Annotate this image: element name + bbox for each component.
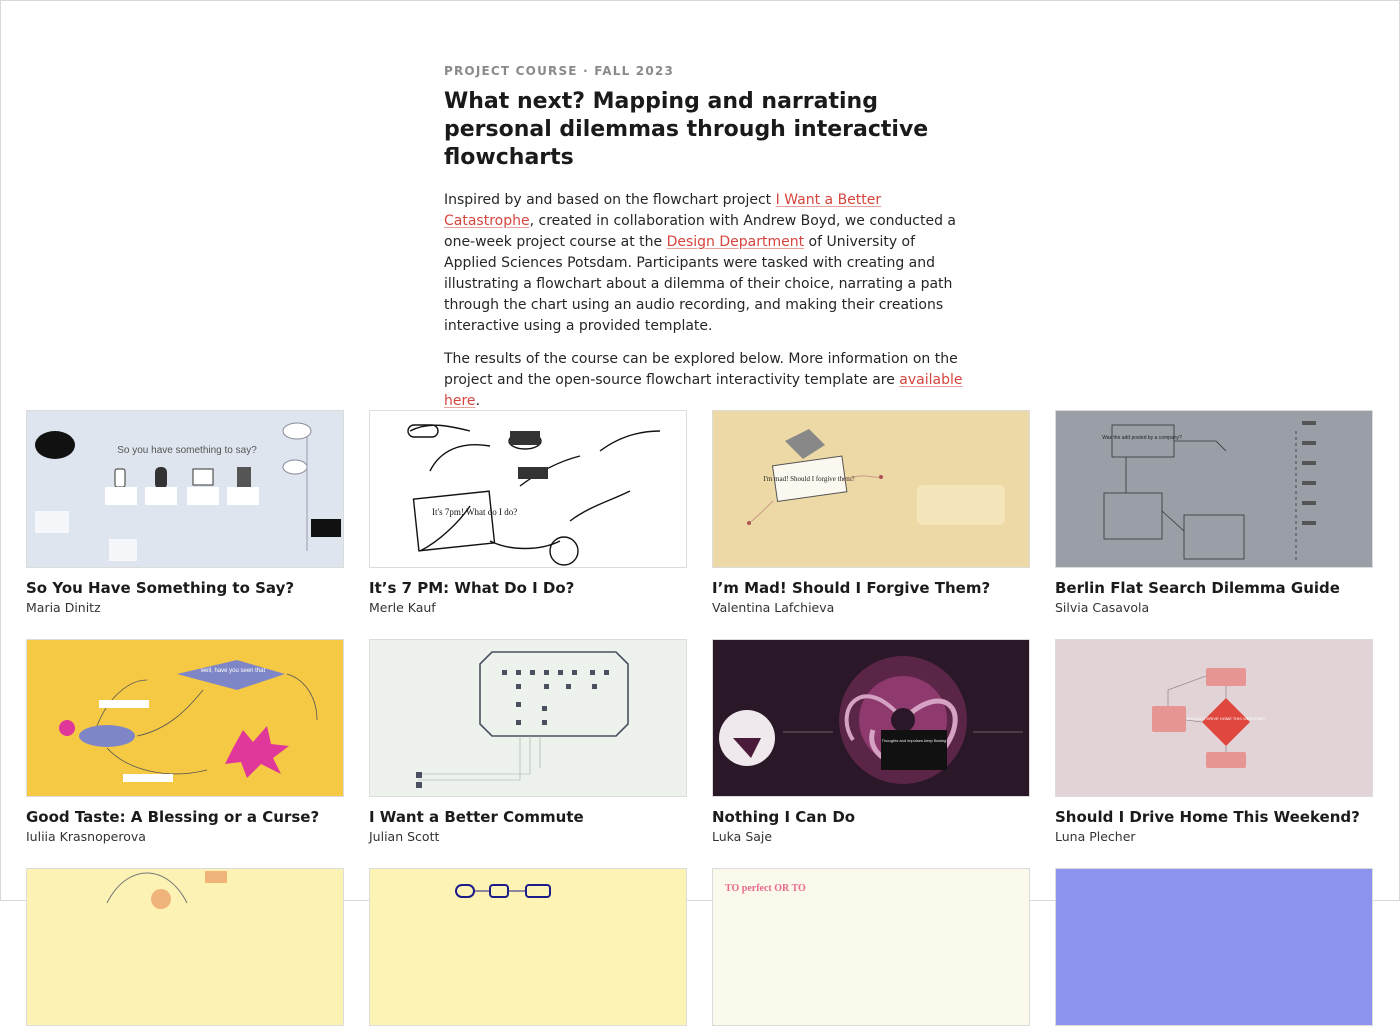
project-card[interactable]: Was the add posted by a company? Berlin … xyxy=(1055,410,1373,615)
intro-paragraph: Inspired by and based on the flowchart p… xyxy=(444,190,964,337)
project-author: Iuliia Krasnoperova xyxy=(26,829,146,844)
project-card[interactable] xyxy=(1055,868,1373,1026)
design-department-link[interactable]: Design Department xyxy=(667,234,805,250)
project-author: Maria Dinitz xyxy=(26,600,101,615)
project-title[interactable]: I’m Mad! Should I Forgive Them? xyxy=(712,579,1030,597)
flowchart-preview-icon: SHOULD I DRIVE HOME THIS WEEKEND? xyxy=(1056,640,1372,796)
project-thumbnail[interactable]: well, have you seen that xyxy=(26,639,344,797)
results-text: The results of the course can be explore… xyxy=(444,351,958,388)
page-title: What next? Mapping and narrating persona… xyxy=(444,89,929,170)
thumb-caption: SHOULD I DRIVE HOME THIS WEEKEND? xyxy=(1186,716,1266,721)
flowchart-preview-icon: It's 7pm! What do I do? xyxy=(370,411,686,567)
thumb-caption: Thoughts and impulses keep flowing xyxy=(882,738,947,743)
project-card[interactable]: I Want a Better Commute Julian Scott xyxy=(369,639,687,844)
project-title[interactable]: So You Have Something to Say? xyxy=(26,579,344,597)
flowchart-preview-icon xyxy=(370,640,686,796)
project-title[interactable]: It’s 7 PM: What Do I Do? xyxy=(369,579,687,597)
project-thumbnail[interactable]: Thoughts and impulses keep flowing xyxy=(712,639,1030,797)
project-thumbnail[interactable]: It's 7pm! What do I do? xyxy=(369,410,687,568)
project-thumbnail[interactable]: TO perfect OR TO xyxy=(712,868,1030,1026)
project-thumbnail[interactable] xyxy=(369,868,687,1026)
flowchart-preview-icon: TO perfect OR TO xyxy=(713,869,1029,1025)
project-thumbnail[interactable] xyxy=(369,639,687,797)
project-author: Valentina Lafchieva xyxy=(712,600,835,615)
project-thumbnail[interactable]: I'm mad! Should I forgive them? xyxy=(712,410,1030,568)
flowchart-preview-icon xyxy=(370,869,686,1025)
thumb-caption: TO perfect OR TO xyxy=(725,883,806,894)
project-author: Luna Plecher xyxy=(1055,829,1136,844)
flowchart-preview-icon xyxy=(1056,869,1372,1025)
project-title[interactable]: Good Taste: A Blessing or a Curse? xyxy=(26,808,344,826)
project-author: Silvia Casavola xyxy=(1055,600,1150,615)
project-title[interactable]: Berlin Flat Search Dilemma Guide xyxy=(1055,579,1373,597)
project-thumbnail[interactable]: So you have something to say? xyxy=(26,410,344,568)
project-thumbnail[interactable]: SHOULD I DRIVE HOME THIS WEEKEND? xyxy=(1055,639,1373,797)
flowchart-preview-icon: Thoughts and impulses keep flowing xyxy=(713,640,1029,796)
project-title[interactable]: Should I Drive Home This Weekend? xyxy=(1055,808,1373,826)
project-card[interactable]: It's 7pm! What do I do? It’s 7 PM: What … xyxy=(369,410,687,615)
thumb-caption: So you have something to say? xyxy=(117,445,257,456)
project-card[interactable]: Thoughts and impulses keep flowing Nothi… xyxy=(712,639,1030,844)
flowchart-preview-icon: well, have you seen that xyxy=(27,640,343,796)
project-card[interactable] xyxy=(26,868,344,1026)
project-author: Merle Kauf xyxy=(369,600,436,615)
flowchart-preview-icon: So you have something to say? xyxy=(27,411,343,567)
project-card[interactable]: I'm mad! Should I forgive them? I’m Mad!… xyxy=(712,410,1030,615)
project-author: Julian Scott xyxy=(369,829,440,844)
project-card[interactable]: TO perfect OR TO xyxy=(712,868,1030,1026)
thumb-caption: It's 7pm! What do I do? xyxy=(432,507,517,517)
thumb-caption: Was the add posted by a company? xyxy=(1102,435,1182,441)
project-author: Luka Saje xyxy=(712,829,773,844)
flowchart-preview-icon: Was the add posted by a company? xyxy=(1056,411,1372,567)
flowchart-preview-icon: I'm mad! Should I forgive them? xyxy=(713,411,1029,567)
intro-text: Inspired by and based on the flowchart p… xyxy=(444,192,776,208)
project-card[interactable] xyxy=(369,868,687,1026)
project-title[interactable]: Nothing I Can Do xyxy=(712,808,1030,826)
project-thumbnail[interactable] xyxy=(1055,868,1373,1026)
flowchart-preview-icon xyxy=(27,869,343,1025)
project-card[interactable]: So you have something to say? So You Hav… xyxy=(26,410,344,615)
project-thumbnail[interactable] xyxy=(26,868,344,1026)
project-thumbnail[interactable]: Was the add posted by a company? xyxy=(1055,410,1373,568)
results-text: . xyxy=(475,393,481,409)
intro-section: PROJECT COURSE · FALL 2023 What next? Ma… xyxy=(444,64,964,412)
thumb-caption: well, have you seen that xyxy=(200,668,266,674)
course-label: PROJECT COURSE · FALL 2023 xyxy=(444,64,674,78)
results-paragraph: The results of the course can be explore… xyxy=(444,349,964,412)
project-title[interactable]: I Want a Better Commute xyxy=(369,808,687,826)
project-card[interactable]: SHOULD I DRIVE HOME THIS WEEKEND? Should… xyxy=(1055,639,1373,844)
thumb-caption: I'm mad! Should I forgive them? xyxy=(763,475,855,483)
project-card[interactable]: well, have you seen that Good Taste: A B… xyxy=(26,639,344,844)
